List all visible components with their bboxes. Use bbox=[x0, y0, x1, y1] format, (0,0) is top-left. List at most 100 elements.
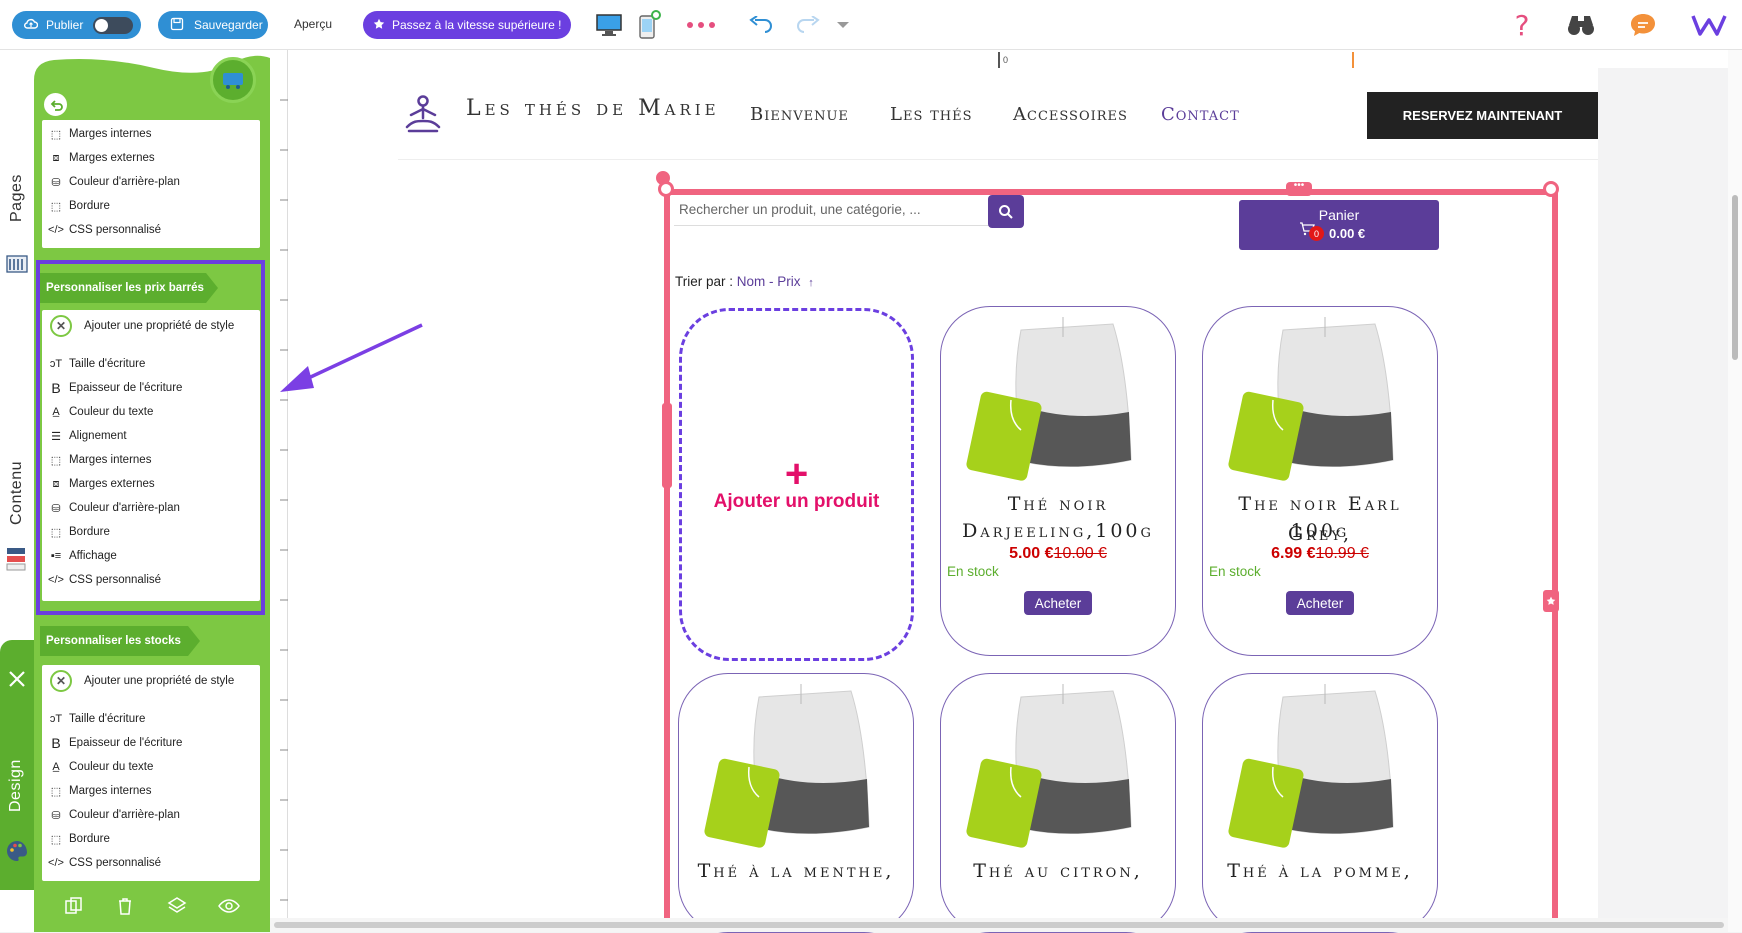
product-card[interactable]: Thé noir Darjeeling,100g 5.00 €10.00 € E… bbox=[940, 306, 1176, 656]
mobile-icon[interactable] bbox=[634, 10, 664, 40]
shop-widget-icon[interactable] bbox=[210, 57, 256, 103]
product-card[interactable]: Thé à la pomme, bbox=[1202, 673, 1438, 933]
search-button[interactable] bbox=[988, 195, 1024, 228]
library-icon[interactable] bbox=[5, 252, 29, 281]
bold-icon: B bbox=[51, 735, 61, 751]
sort-by-price[interactable]: Prix bbox=[777, 274, 800, 289]
eye-icon[interactable] bbox=[218, 898, 241, 919]
frame-more-icon[interactable]: ••• bbox=[1286, 181, 1312, 196]
duplicate-icon[interactable] bbox=[64, 896, 84, 921]
property-item[interactable]: </> CSS personnalisé bbox=[48, 220, 161, 240]
property-item[interactable]: ⬚ Bordure bbox=[50, 522, 110, 542]
reserve-button[interactable]: RESERVEZ MAINTENANT bbox=[1367, 92, 1598, 139]
resize-handle-tr[interactable] bbox=[1543, 181, 1559, 197]
text-color-icon: A̲ bbox=[52, 406, 60, 418]
property-item[interactable]: ⬚ Bordure bbox=[50, 196, 110, 216]
close-circle-icon[interactable]: ✕ bbox=[50, 315, 72, 337]
trash-icon[interactable] bbox=[115, 896, 135, 921]
tea-bag-image bbox=[1228, 317, 1394, 481]
property-item[interactable]: ⛁ Couleur d'arrière-plan bbox=[50, 498, 179, 518]
property-item[interactable]: A̲ Couleur du texte bbox=[50, 402, 153, 422]
redo-icon[interactable] bbox=[794, 10, 822, 40]
upgrade-button[interactable]: Passez à la vitesse supérieure ! bbox=[363, 11, 571, 39]
product-card[interactable]: The noir Earl Grey, 100g 6.99 €10.99 € E… bbox=[1202, 306, 1438, 656]
product-title-line2: Darjeeling,100g bbox=[962, 520, 1154, 542]
property-item[interactable]: ⛁ Couleur d'arrière-plan bbox=[50, 172, 179, 192]
desktop-icon[interactable] bbox=[594, 10, 624, 40]
buy-button[interactable]: Acheter bbox=[1024, 591, 1092, 615]
layers-icon[interactable] bbox=[167, 896, 187, 921]
site-brand[interactable]: Les thés de Marie bbox=[466, 96, 720, 121]
product-title-line2: 100g bbox=[1290, 520, 1350, 542]
nav-item-les-thes[interactable]: Les thés bbox=[890, 104, 972, 125]
vertical-scrollbar[interactable] bbox=[1728, 50, 1742, 932]
scroll-thumb[interactable] bbox=[1732, 195, 1738, 360]
close-circle-icon[interactable]: ✕ bbox=[50, 670, 72, 692]
horizontal-scrollbar[interactable] bbox=[270, 918, 1728, 932]
cart-button[interactable]: Panier 0 0.00 € bbox=[1239, 200, 1439, 250]
property-item[interactable]: ⬚ Marges internes bbox=[50, 450, 152, 470]
property-item[interactable]: ⧈ Marges externes bbox=[50, 148, 155, 168]
add-style-property-button[interactable]: ✕ Ajouter une propriété de style bbox=[50, 669, 234, 693]
chat-icon[interactable] bbox=[1628, 10, 1658, 40]
close-icon[interactable] bbox=[6, 668, 28, 695]
code-icon: </> bbox=[48, 224, 64, 236]
binoculars-icon[interactable] bbox=[1566, 10, 1596, 40]
paint-bucket-icon: ⛁ bbox=[51, 502, 61, 515]
content-blocks-icon[interactable] bbox=[5, 546, 29, 577]
dropdown-icon[interactable] bbox=[835, 10, 851, 40]
scroll-thumb[interactable] bbox=[274, 922, 1724, 928]
padding-icon: ⬚ bbox=[50, 785, 62, 798]
property-item[interactable]: ☰ Alignement bbox=[50, 426, 126, 446]
property-item[interactable]: ⛁ Couleur d'arrière-plan bbox=[50, 805, 179, 825]
tab-content[interactable]: Contenu bbox=[8, 461, 26, 525]
property-item[interactable]: A̲ Couleur du texte bbox=[50, 757, 153, 777]
paint-bucket-icon: ⛁ bbox=[51, 809, 61, 822]
add-product-placeholder[interactable]: + Ajouter un produit bbox=[679, 308, 914, 661]
property-item[interactable]: ↄT Taille d'écriture bbox=[50, 709, 145, 729]
palette-icon[interactable] bbox=[5, 839, 29, 868]
sort-arrow-icon[interactable]: ↑ bbox=[808, 277, 814, 289]
logo-w-icon[interactable] bbox=[1690, 10, 1728, 40]
ruler-ticks bbox=[280, 99, 288, 901]
property-item[interactable]: </> CSS personnalisé bbox=[48, 570, 161, 590]
preview-link[interactable]: Aperçu bbox=[294, 17, 332, 31]
undo-icon[interactable] bbox=[747, 10, 775, 40]
save-button[interactable]: Sauvegarder bbox=[158, 11, 268, 39]
tab-pages[interactable]: Pages bbox=[8, 174, 26, 222]
property-item[interactable]: ↄT Taille d'écriture bbox=[50, 354, 145, 374]
buy-button[interactable]: Acheter bbox=[1286, 591, 1354, 615]
help-icon[interactable]: ? bbox=[1510, 9, 1534, 42]
product-search-input[interactable]: Rechercher un produit, une catégorie, ..… bbox=[674, 194, 990, 226]
product-card[interactable]: Thé au citron, bbox=[940, 673, 1176, 933]
property-item[interactable]: ⧈ Marges externes bbox=[50, 474, 155, 494]
display-icon: ▪≡ bbox=[50, 550, 62, 562]
product-card[interactable]: Thé à la menthe, bbox=[678, 673, 914, 933]
property-item[interactable]: ⬚ Marges internes bbox=[50, 781, 152, 801]
section-title-stocks: Personnaliser les stocks bbox=[40, 626, 200, 656]
property-item[interactable]: B Epaisseur de l'écriture bbox=[50, 733, 182, 753]
align-icon: ☰ bbox=[51, 430, 61, 443]
annotation-arrow-icon bbox=[280, 323, 423, 392]
publish-toggle[interactable] bbox=[93, 17, 133, 34]
nav-item-bienvenue[interactable]: Bienvenue bbox=[750, 104, 849, 125]
property-item[interactable]: </> CSS personnalisé bbox=[48, 853, 161, 873]
publish-button[interactable]: Publier bbox=[12, 11, 141, 39]
frame-star-icon[interactable] bbox=[1543, 590, 1559, 612]
nav-item-contact[interactable]: Contact bbox=[1161, 104, 1240, 125]
property-item[interactable]: B Epaisseur de l'écriture bbox=[50, 378, 182, 398]
back-icon[interactable] bbox=[42, 91, 69, 118]
yoga-logo-icon[interactable] bbox=[401, 93, 445, 142]
add-style-property-button[interactable]: ✕ Ajouter une propriété de style bbox=[50, 314, 234, 338]
more-icon[interactable] bbox=[686, 10, 716, 40]
resize-handle-tl[interactable] bbox=[658, 181, 674, 197]
sort-by-name[interactable]: Nom bbox=[737, 274, 766, 289]
frame-drag-handle[interactable] bbox=[662, 403, 672, 488]
top-toolbar: Publier Sauvegarder Aperçu Passez à la v… bbox=[0, 0, 1742, 50]
nav-item-accessoires[interactable]: Accessoires bbox=[1013, 104, 1128, 125]
tab-design[interactable]: Design bbox=[7, 759, 25, 812]
property-item[interactable]: ⬚ Bordure bbox=[50, 829, 110, 849]
margin-icon: ⧈ bbox=[52, 477, 60, 490]
property-item[interactable]: ▪≡ Affichage bbox=[50, 546, 117, 566]
property-item[interactable]: ⬚ Marges internes bbox=[50, 124, 152, 144]
